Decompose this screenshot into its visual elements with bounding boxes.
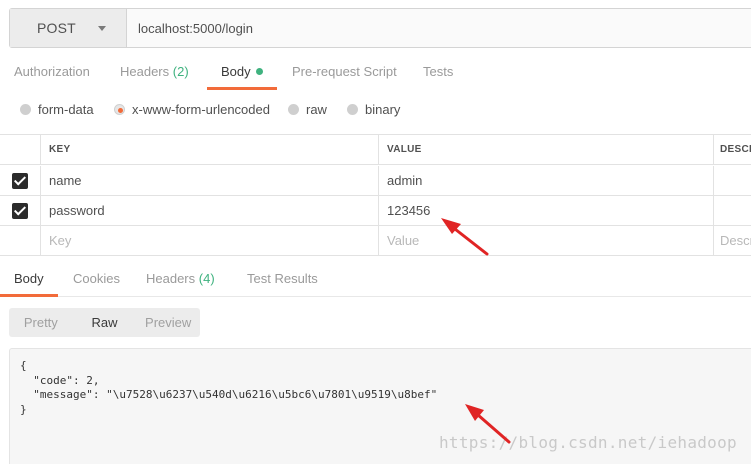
tab-label: Cookies — [73, 271, 120, 286]
description-cell[interactable] — [713, 196, 751, 225]
tab-label: Test Results — [247, 271, 318, 286]
tab-label: Headers — [146, 271, 196, 286]
headers-count-badge: (2) — [172, 64, 189, 79]
tab-label: Headers — [120, 64, 170, 79]
tab-tests[interactable]: Tests — [423, 58, 453, 90]
watermark: https://blog.csdn.net/iehadoop — [439, 433, 737, 452]
key-cell[interactable]: password — [40, 196, 378, 225]
tab-authorization[interactable]: Authorization — [14, 58, 90, 90]
key-placeholder[interactable]: Key — [40, 226, 378, 255]
url-input[interactable]: localhost:5000/login — [127, 9, 751, 47]
radio-selected-icon — [114, 104, 125, 115]
column-header-key: KEY — [40, 135, 378, 164]
table-row: password 123456 — [0, 196, 751, 226]
preview-button[interactable]: Preview — [136, 308, 200, 337]
table-header-row: KEY VALUE DESCR — [0, 135, 751, 165]
row-checkbox-cell — [0, 166, 40, 195]
column-header-description: DESCR — [713, 135, 751, 164]
table-row: name admin — [0, 166, 751, 196]
radio-label: raw — [306, 102, 327, 117]
tab-pre-request-script[interactable]: Pre-request Script — [292, 58, 397, 90]
description-placeholder[interactable]: Descr — [713, 226, 751, 255]
pretty-button[interactable]: Pretty — [9, 308, 73, 337]
tab-cookies[interactable]: Cookies — [73, 265, 120, 297]
value-cell[interactable]: 123456 — [378, 196, 713, 225]
checkbox-checked-icon[interactable] — [12, 202, 28, 219]
tab-body[interactable]: Body — [207, 58, 277, 90]
radio-binary[interactable]: binary — [347, 102, 400, 117]
request-tabs: Authorization Headers (2) Body Pre-reque… — [0, 58, 751, 90]
radio-circle-icon — [20, 104, 31, 115]
radio-circle-icon — [347, 104, 358, 115]
response-tabs: Body Cookies Headers (4) Test Results — [0, 265, 751, 297]
body-indicator-dot-icon — [255, 68, 263, 75]
url-text: localhost:5000/login — [138, 20, 253, 36]
view-mode-bar: Pretty Raw Preview — [9, 308, 200, 337]
table-row-new: Key Value Descr — [0, 226, 751, 256]
chevron-down-icon — [97, 25, 106, 31]
tab-label: Pre-request Script — [292, 64, 397, 79]
checkbox-checked-icon[interactable] — [12, 172, 28, 189]
radio-label: form-data — [38, 102, 94, 117]
tab-headers[interactable]: Headers (2) — [120, 58, 189, 90]
response-body-text: { "code": 2, "message": "\u7528\u6237\u5… — [20, 359, 438, 416]
method-dropdown[interactable]: POST — [10, 9, 127, 47]
raw-button[interactable]: Raw — [73, 308, 137, 337]
method-label: POST — [37, 20, 76, 36]
value-cell[interactable]: admin — [378, 166, 713, 195]
tab-label: Authorization — [14, 64, 90, 79]
description-cell[interactable] — [713, 166, 751, 195]
column-header-value: VALUE — [378, 135, 713, 164]
tab-test-results[interactable]: Test Results — [247, 265, 318, 297]
tab-label: Body — [14, 271, 44, 286]
row-checkbox-cell — [0, 196, 40, 225]
params-table: KEY VALUE DESCR name admin password 1234… — [0, 134, 751, 256]
tab-label: Body — [221, 64, 251, 79]
tab-label: Tests — [423, 64, 454, 79]
radio-form-data[interactable]: form-data — [20, 102, 94, 117]
value-placeholder[interactable]: Value — [378, 226, 713, 255]
key-cell[interactable]: name — [40, 166, 378, 195]
body-type-selector: form-data x-www-form-urlencoded raw bina… — [0, 98, 751, 122]
radio-label: x-www-form-urlencoded — [132, 102, 270, 117]
tab-response-body[interactable]: Body — [0, 265, 58, 297]
request-url-bar: POST localhost:5000/login — [9, 8, 751, 48]
radio-x-www-form-urlencoded[interactable]: x-www-form-urlencoded — [114, 102, 270, 117]
tab-response-headers[interactable]: Headers (4) — [146, 265, 215, 297]
radio-label: binary — [365, 102, 401, 117]
radio-raw[interactable]: raw — [288, 102, 327, 117]
headers-count-badge: (4) — [198, 271, 215, 286]
radio-circle-icon — [288, 104, 299, 115]
